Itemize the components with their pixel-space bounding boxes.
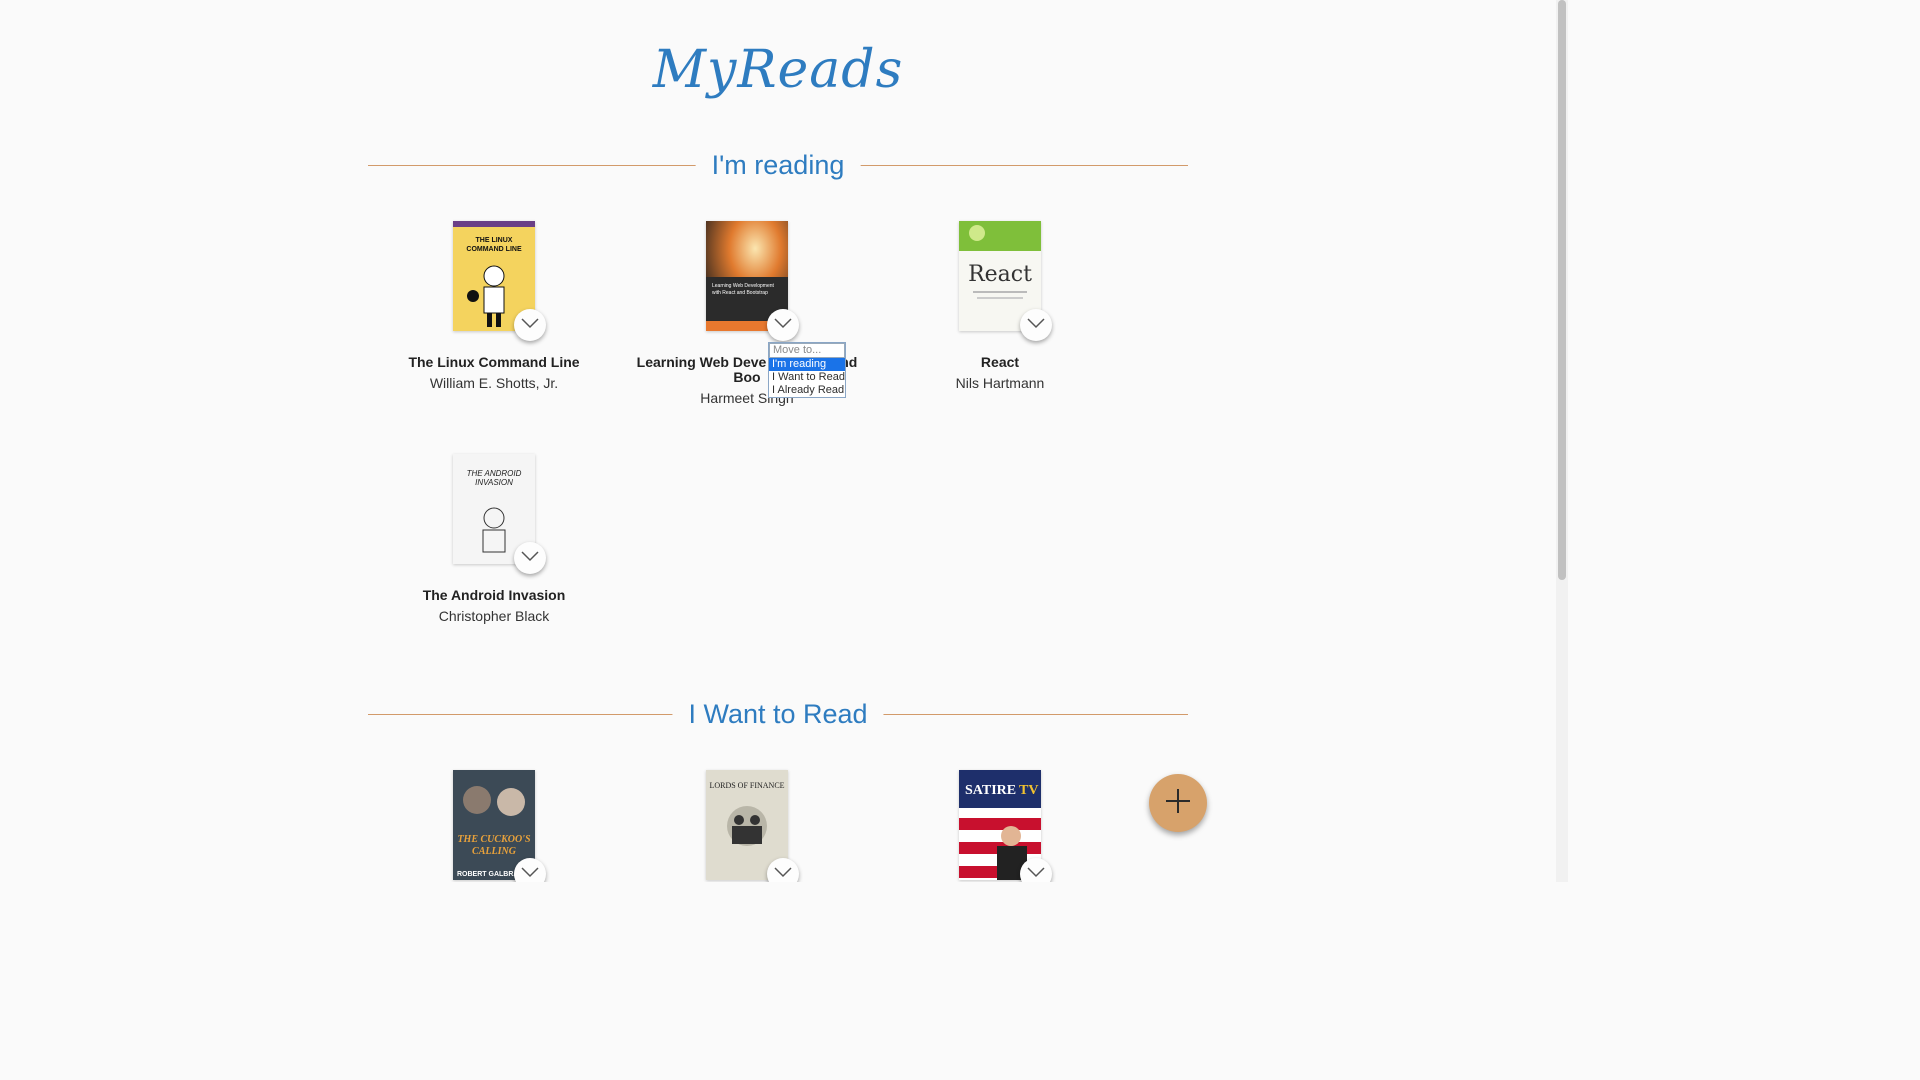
book-item: THE ANDROID INVASION The Android Invasio… bbox=[374, 454, 614, 624]
shelf-option-currently-reading[interactable]: I'm reading bbox=[769, 358, 845, 371]
add-book-button[interactable] bbox=[1149, 774, 1207, 832]
shelf-changer-button[interactable] bbox=[767, 858, 799, 882]
shelf-header-want-to-read: I Want to Read bbox=[368, 694, 1188, 734]
shelf-changer-button[interactable] bbox=[1020, 858, 1052, 882]
vertical-scrollbar[interactable] bbox=[1556, 0, 1568, 882]
shelf-changer-button[interactable] bbox=[514, 542, 546, 574]
svg-text:COMMAND LINE: COMMAND LINE bbox=[466, 246, 522, 253]
svg-text:THE LINUX: THE LINUX bbox=[476, 237, 513, 244]
chevron-down-icon bbox=[1027, 316, 1045, 334]
shelf-title: I Want to Read bbox=[672, 694, 884, 734]
book-title: React bbox=[980, 354, 1020, 370]
book-author: Christopher Black bbox=[438, 608, 550, 624]
book-author: William E. Shotts, Jr. bbox=[429, 375, 559, 391]
chevron-down-icon bbox=[521, 316, 539, 334]
shelf-title: I'm reading bbox=[695, 145, 861, 185]
book-title: The Android Invasion bbox=[422, 587, 566, 603]
book-author: Nils Hartmann bbox=[955, 375, 1045, 391]
svg-text:ROBERT GALBRA: ROBERT GALBRA bbox=[457, 871, 518, 878]
svg-text:TV: TV bbox=[1019, 783, 1038, 798]
app-title: MyReads bbox=[652, 40, 904, 100]
shelf-changer-button[interactable] bbox=[514, 309, 546, 341]
chevron-down-icon bbox=[1027, 865, 1045, 882]
svg-text:THE ANDROID: THE ANDROID bbox=[467, 469, 522, 478]
scrollbar-thumb[interactable] bbox=[1558, 0, 1566, 580]
chevron-down-icon bbox=[774, 316, 792, 334]
book-item: LORDS OF FINANCE bbox=[627, 770, 867, 882]
plus-icon bbox=[1164, 787, 1192, 820]
book-item: React React Nils Hartmann bbox=[880, 221, 1120, 391]
shelf-changer-button[interactable] bbox=[767, 309, 799, 341]
svg-text:React: React bbox=[968, 262, 1032, 287]
shelf-option-move-to: Move to... bbox=[769, 343, 845, 358]
book-item: THE LINUX COMMAND LINE The Linux Command… bbox=[374, 221, 614, 391]
book-item: SATIRE TV bbox=[880, 770, 1120, 882]
shelf-select-dropdown[interactable]: Move to... I'm reading I Want to Read I … bbox=[768, 342, 846, 398]
book-title: The Linux Command Line bbox=[408, 354, 580, 370]
svg-text:THE CUCKOO'S: THE CUCKOO'S bbox=[457, 834, 531, 845]
book-item: THE CUCKOO'S CALLING ROBERT GALBRA bbox=[374, 770, 614, 882]
svg-text:Learning Web Development: Learning Web Development bbox=[712, 283, 775, 289]
shelf-option-read[interactable]: I Already Read bbox=[769, 384, 845, 397]
chevron-down-icon bbox=[774, 865, 792, 882]
chevron-down-icon bbox=[521, 865, 539, 882]
svg-text:LORDS OF FINANCE: LORDS OF FINANCE bbox=[709, 781, 784, 790]
shelf-changer-button[interactable] bbox=[514, 858, 546, 882]
svg-text:with React and Bootstrap: with React and Bootstrap bbox=[712, 290, 768, 296]
shelf-header-currently-reading: I'm reading bbox=[368, 145, 1188, 185]
page: MyReads I'm reading THE LINUX COMMAND LI… bbox=[0, 0, 1556, 882]
shelf-option-want-to-read[interactable]: I Want to Read bbox=[769, 371, 845, 384]
svg-text:CALLING: CALLING bbox=[472, 846, 517, 857]
shelf-changer-button[interactable] bbox=[1020, 309, 1052, 341]
chevron-down-icon bbox=[521, 549, 539, 567]
svg-text:SATIRE: SATIRE bbox=[965, 783, 1016, 798]
svg-text:INVASION: INVASION bbox=[475, 478, 513, 487]
